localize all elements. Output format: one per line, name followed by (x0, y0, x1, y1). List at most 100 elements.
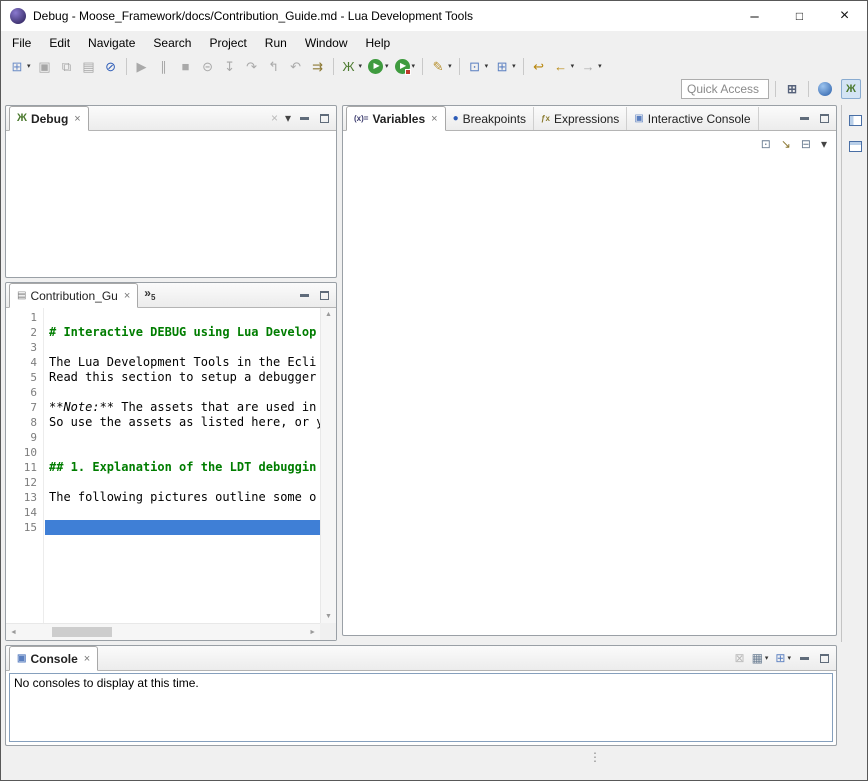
minimize-icon[interactable] (796, 110, 812, 126)
run-button[interactable]: ▶▾ (365, 55, 392, 77)
line-number[interactable]: 5 (6, 370, 37, 385)
last-edit-location-button[interactable]: ↩ (528, 55, 550, 77)
window-close-button[interactable]: × (822, 1, 867, 31)
minimize-icon[interactable] (296, 110, 312, 126)
debug-button[interactable]: Ж▾ (338, 55, 366, 77)
debug-tree-area[interactable] (6, 131, 336, 277)
menu-file[interactable]: File (3, 33, 40, 53)
line-number[interactable]: 6 (6, 385, 37, 400)
line-number[interactable]: 3 (6, 340, 37, 355)
debug-perspective-button[interactable]: Ж (841, 79, 861, 99)
mark-occurrences-dropdown-icon[interactable]: ▾ (448, 62, 452, 70)
window-minimize-button[interactable]: – (732, 1, 777, 31)
tab-debug[interactable]: Ж Debug × (9, 106, 89, 131)
tab-interactive-console[interactable]: ▣Interactive Console (627, 107, 758, 130)
tab-expressions[interactable]: ƒxExpressions (534, 107, 627, 130)
open-console-button[interactable]: ⊞▾ (774, 649, 792, 667)
maximize-icon[interactable] (316, 110, 332, 126)
view-menu-button[interactable]: ▾ (284, 109, 292, 127)
tab-label: Expressions (554, 112, 619, 126)
minimize-icon[interactable] (296, 287, 312, 303)
line-number[interactable]: 10 (6, 445, 37, 460)
skip-all-breakpoints-button[interactable]: ⊘ (100, 55, 122, 77)
restore-minimized-view-button[interactable] (844, 109, 866, 131)
menu-run[interactable]: Run (256, 33, 296, 53)
editor-vertical-scrollbar[interactable]: ▲ ▼ (320, 308, 336, 623)
mark-occurrences-button[interactable]: ✎▾ (427, 55, 455, 77)
forward-dropdown-icon[interactable]: ▾ (598, 62, 602, 70)
editor-code-area[interactable]: # Interactive DEBUG using Lua DevelopThe… (45, 308, 320, 623)
line-number[interactable]: 12 (6, 475, 37, 490)
code-line-10 (45, 445, 320, 460)
minimized-view-button[interactable] (844, 135, 866, 157)
maximize-icon[interactable] (816, 110, 832, 126)
open-console-menu-icon[interactable]: ▾ (787, 654, 791, 662)
open-lua-element-dropdown-icon[interactable]: ▾ (512, 62, 516, 70)
lua-perspective-button[interactable] (815, 79, 835, 99)
editor-overflow-chevron[interactable]: »5 (138, 284, 161, 307)
back-button[interactable]: ←▾ (550, 55, 578, 77)
scroll-down-icon[interactable]: ▼ (325, 613, 332, 620)
editor-gutter[interactable]: 123456789101112131415 (6, 308, 44, 623)
quick-access-box[interactable]: Quick Access (681, 79, 769, 99)
scroll-up-icon[interactable]: ▲ (325, 311, 332, 318)
menu-search[interactable]: Search (144, 33, 200, 53)
line-number[interactable]: 13 (6, 490, 37, 505)
debug-dropdown-icon[interactable]: ▾ (359, 62, 363, 70)
menu-help[interactable]: Help (357, 33, 400, 53)
console-sash-handle[interactable]: ⋮ (587, 749, 603, 767)
line-number[interactable]: 15 (6, 520, 37, 535)
tab-contribution-guide[interactable]: ▤ Contribution_Gu × (9, 283, 138, 308)
resume-button: ▶ (131, 55, 153, 77)
line-number[interactable]: 2 (6, 325, 37, 340)
close-icon[interactable]: × (431, 113, 437, 125)
scrollbar-thumb[interactable] (52, 627, 112, 637)
minimize-icon[interactable] (796, 650, 812, 666)
line-number[interactable]: 9 (6, 430, 37, 445)
open-lua-element-button[interactable]: ⊞▾ (491, 55, 519, 77)
scroll-left-icon[interactable]: ◄ (10, 629, 17, 636)
close-icon[interactable]: × (124, 290, 130, 302)
line-number[interactable]: 8 (6, 415, 37, 430)
run-external-tools-button[interactable]: ▶▾ (392, 55, 419, 77)
menu-edit[interactable]: Edit (40, 33, 79, 53)
new-wizard-button[interactable]: ⊞▾ (6, 55, 34, 77)
line-number[interactable]: 1 (6, 310, 37, 325)
close-icon[interactable]: × (84, 653, 90, 665)
display-selected-console-button[interactable]: ▦▾ (751, 649, 770, 667)
close-icon[interactable]: × (74, 113, 80, 125)
new-wizard-dropdown-icon[interactable]: ▾ (27, 62, 31, 70)
run-dropdown-icon[interactable]: ▾ (385, 62, 389, 70)
editor-horizontal-scrollbar[interactable]: ◄ ► (6, 623, 320, 640)
menu-project[interactable]: Project (200, 33, 255, 53)
tab-breakpoints[interactable]: ●Breakpoints (446, 107, 534, 130)
window-maximize-button[interactable]: □ (777, 1, 822, 31)
line-number[interactable]: 14 (6, 505, 37, 520)
new-lua-file-button[interactable]: ⊡▾ (464, 55, 492, 77)
use-step-filters-button[interactable]: ⇉ (307, 55, 329, 77)
view-menu-icon: ▾ (821, 138, 827, 150)
run-external-tools-dropdown-icon[interactable]: ▾ (412, 62, 416, 70)
tab-variables[interactable]: (x)=Variables× (346, 106, 446, 131)
variables-tree-area[interactable]: ⊡ ↘ ⊟ ▾ (343, 131, 836, 635)
maximize-icon[interactable] (816, 650, 832, 666)
code-line-7: **Note:** The assets that are used in (45, 400, 320, 415)
maximize-icon[interactable] (316, 287, 332, 303)
back-dropdown-icon[interactable]: ▾ (571, 62, 575, 70)
open-perspective-button[interactable]: ⊞ (782, 79, 802, 99)
line-number[interactable]: 11 (6, 460, 37, 475)
console-content[interactable]: No consoles to display at this time. (9, 673, 833, 742)
show-logical-structures-button[interactable]: ↘ (780, 135, 792, 153)
new-lua-file-dropdown-icon[interactable]: ▾ (485, 62, 489, 70)
tab-console[interactable]: ▣ Console × (9, 646, 98, 671)
line-number[interactable]: 7 (6, 400, 37, 415)
title-bar[interactable]: Debug - Moose_Framework/docs/Contributio… (1, 1, 867, 31)
line-number[interactable]: 4 (6, 355, 37, 370)
collapse-all-button[interactable]: ⊟ (800, 135, 812, 153)
menu-window[interactable]: Window (296, 33, 357, 53)
scroll-right-icon[interactable]: ► (309, 629, 316, 636)
display-selected-console-menu-icon[interactable]: ▾ (765, 654, 769, 662)
menu-navigate[interactable]: Navigate (79, 33, 144, 53)
view-menu-button[interactable]: ▾ (820, 135, 828, 153)
show-type-names-button[interactable]: ⊡ (760, 135, 772, 153)
